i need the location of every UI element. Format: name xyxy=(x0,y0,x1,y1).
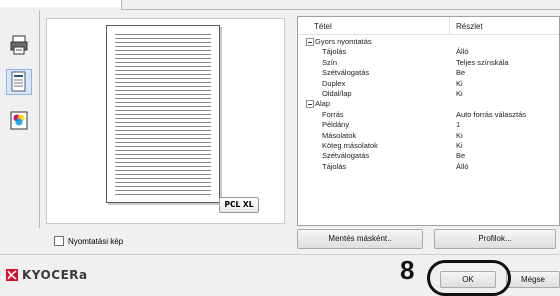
active-tab[interactable] xyxy=(0,0,122,10)
ok-highlight-ring xyxy=(427,260,511,296)
tree-row[interactable]: Köteg másolatok Ki xyxy=(298,141,559,151)
tree-group-row[interactable]: Alap xyxy=(298,99,559,109)
tab-frame-border xyxy=(122,9,560,10)
tree-row-label: Tájolás xyxy=(322,47,347,57)
step-number: 8 xyxy=(400,255,415,285)
profiles-button[interactable]: Profilok... xyxy=(434,229,556,249)
kyocera-logo: KYOCERa xyxy=(6,268,88,282)
collapse-toggle-icon[interactable] xyxy=(306,100,314,109)
kyocera-logo-text: KYOCERa xyxy=(22,268,88,282)
print-preview-checkbox[interactable] xyxy=(54,236,64,246)
tree-row-value: Ki xyxy=(456,78,463,88)
tree-row[interactable]: Forrás Auto forrás választás xyxy=(298,110,559,120)
tree-row-value: Auto forrás választás xyxy=(456,109,527,119)
tree-row-label: Szétválogatás xyxy=(322,68,370,78)
paper-preview xyxy=(106,25,220,203)
tree-row[interactable]: Oldal/lap Ki xyxy=(298,89,559,99)
tree-row-label: Gyors nyomtatás xyxy=(315,37,372,46)
save-as-button[interactable]: Mentés másként.. xyxy=(297,229,423,249)
tree-row[interactable]: Másolatok Ki xyxy=(298,131,559,141)
cancel-button[interactable]: Mégse xyxy=(506,271,560,288)
tree-row[interactable]: Duplex Ki xyxy=(298,79,559,89)
tree-row-value: 1 xyxy=(456,120,461,130)
color-palette-icon[interactable] xyxy=(10,110,28,132)
column-header-detail[interactable]: Részlet xyxy=(456,22,483,31)
category-icon-bar xyxy=(0,10,40,228)
footer-divider xyxy=(0,254,560,255)
tree-row-value: Álló xyxy=(456,161,469,171)
kyocera-logo-mark-icon xyxy=(6,269,18,281)
tree-row-value: Ki xyxy=(456,141,463,150)
tree-row-value: Teljes színskála xyxy=(456,57,509,67)
settings-tree[interactable]: Tétel Részlet Gyors nyomtatás Tájolás Álló… xyxy=(297,16,560,226)
tree-row-label: Alap xyxy=(315,99,331,109)
header-divider xyxy=(449,17,450,35)
print-preview-checkbox-row[interactable]: Nyomtatási kép xyxy=(54,236,123,246)
document-page-icon[interactable] xyxy=(6,69,32,95)
tree-row[interactable]: Tájolás Álló xyxy=(298,47,559,57)
tree-row-value: Álló xyxy=(456,47,469,57)
printer-icon[interactable] xyxy=(10,34,28,56)
tree-row-value: Be xyxy=(456,68,466,78)
column-header-item[interactable]: Tétel xyxy=(314,22,332,31)
tree-row[interactable]: Tájolás Álló xyxy=(298,162,559,172)
tree-row-value: Ki xyxy=(456,89,463,98)
pcl-xl-badge: PCL XL xyxy=(219,197,259,213)
tree-row-label: Forrás xyxy=(322,109,344,119)
tree-row[interactable]: Szétválogatás Be xyxy=(298,68,559,78)
tree-row[interactable]: Szín Teljes színskála xyxy=(298,58,559,68)
tree-row-label: Oldal/lap xyxy=(322,89,352,98)
tree-row-label: Köteg másolatok xyxy=(322,141,378,150)
tree-header: Tétel Részlet xyxy=(298,17,559,35)
tree-row-label: Szín xyxy=(322,57,338,67)
tree-row-label: Másolatok xyxy=(322,130,357,140)
paper-text-lines xyxy=(115,31,211,197)
tree-row[interactable]: Példány 1 xyxy=(298,120,559,130)
collapse-toggle-icon[interactable] xyxy=(306,38,314,46)
tree-row-label: Duplex xyxy=(322,78,346,88)
tree-row-label: Szétválogatás xyxy=(322,151,370,161)
tree-row-value: Ki xyxy=(456,130,463,140)
print-preview-label: Nyomtatási kép xyxy=(68,236,124,246)
tree-row-value: Be xyxy=(456,151,466,161)
tree-row[interactable]: Szétválogatás Be xyxy=(298,151,559,161)
print-preview-pane: PCL XL xyxy=(46,18,285,224)
tree-row-label: Példány xyxy=(322,120,350,130)
tree-row-label: Tájolás xyxy=(322,161,347,171)
tree-group-row[interactable]: Gyors nyomtatás xyxy=(298,37,559,47)
